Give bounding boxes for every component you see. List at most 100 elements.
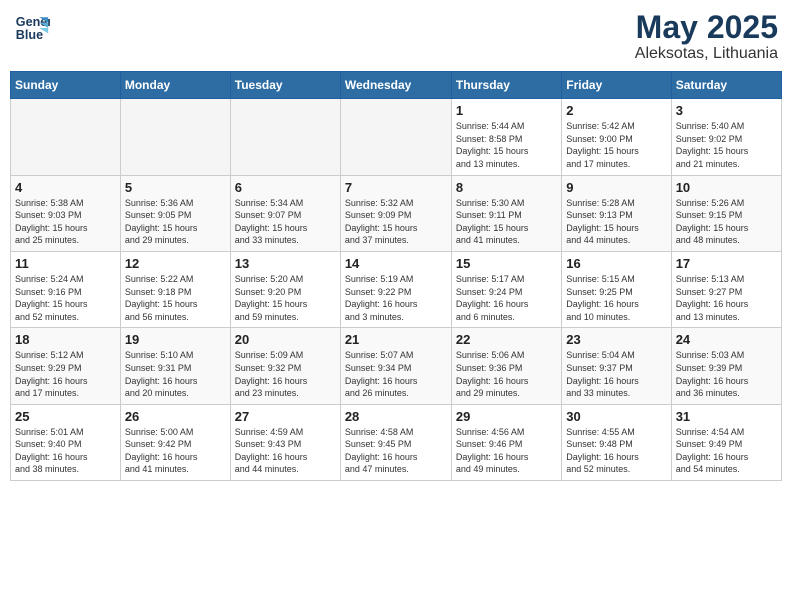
calendar-cell: 10Sunrise: 5:26 AM Sunset: 9:15 PM Dayli… bbox=[671, 175, 781, 251]
calendar-cell: 20 Sunrise: 5:09 AM Sunset: 9:32 PM Dayli… bbox=[230, 328, 340, 404]
day-info: Sunrise: 5:28 AM Sunset: 9:13 PM Dayligh… bbox=[566, 197, 666, 247]
calendar-cell: 4 Sunrise: 5:38 AM Sunset: 9:03 PM Daylig… bbox=[11, 175, 121, 251]
day-number: 17 bbox=[676, 256, 777, 271]
calendar-cell: 23 Sunrise: 5:04 AM Sunset: 9:37 PM Dayli… bbox=[562, 328, 671, 404]
day-info: Sunrise: 5:30 AM Sunset: 9:11 PM Dayligh… bbox=[456, 197, 557, 247]
day-info: Sunrise: 5:40 AM Sunset: 9:02 PM Dayligh… bbox=[676, 120, 777, 170]
calendar-cell: 2 Sunrise: 5:42 AM Sunset: 9:00 PM Daylig… bbox=[562, 99, 671, 175]
day-number: 3 bbox=[676, 103, 777, 118]
calendar-cell: 18Sunrise: 5:12 AM Sunset: 9:29 PM Dayli… bbox=[11, 328, 121, 404]
day-number: 14 bbox=[345, 256, 447, 271]
day-info: Sunrise: 5:07 AM Sunset: 9:34 PM Dayligh… bbox=[345, 349, 447, 399]
calendar-cell: 15 Sunrise: 5:17 AM Sunset: 9:24 PM Dayli… bbox=[451, 251, 561, 327]
day-number: 31 bbox=[676, 409, 777, 424]
calendar-cell: 5 Sunrise: 5:36 AM Sunset: 9:05 PM Daylig… bbox=[120, 175, 230, 251]
day-number: 24 bbox=[676, 332, 777, 347]
day-info: Sunrise: 5:19 AM Sunset: 9:22 PM Dayligh… bbox=[345, 273, 447, 323]
day-info: Sunrise: 5:42 AM Sunset: 9:00 PM Dayligh… bbox=[566, 120, 666, 170]
day-info: Sunrise: 4:54 AM Sunset: 9:49 PM Dayligh… bbox=[676, 426, 777, 476]
weekday-header-friday: Friday bbox=[562, 72, 671, 99]
calendar-week-row: 11 Sunrise: 5:24 AM Sunset: 9:16 PM Dayli… bbox=[11, 251, 782, 327]
weekday-header-sunday: Sunday bbox=[11, 72, 121, 99]
day-info: Sunrise: 5:09 AM Sunset: 9:32 PM Dayligh… bbox=[235, 349, 336, 399]
day-info: Sunrise: 5:13 AM Sunset: 9:27 PM Dayligh… bbox=[676, 273, 777, 323]
calendar-cell bbox=[11, 99, 121, 175]
calendar-week-row: 25 Sunrise: 5:01 AM Sunset: 9:40 PM Dayli… bbox=[11, 404, 782, 480]
day-number: 20 bbox=[235, 332, 336, 347]
calendar-cell: 16 Sunrise: 5:15 AM Sunset: 9:25 PM Dayli… bbox=[562, 251, 671, 327]
calendar-cell: 28Sunrise: 4:58 AM Sunset: 9:45 PM Dayli… bbox=[340, 404, 451, 480]
day-number: 2 bbox=[566, 103, 666, 118]
calendar-cell: 9 Sunrise: 5:28 AM Sunset: 9:13 PM Daylig… bbox=[562, 175, 671, 251]
day-info: Sunrise: 5:01 AM Sunset: 9:40 PM Dayligh… bbox=[15, 426, 116, 476]
day-number: 11 bbox=[15, 256, 116, 271]
day-number: 27 bbox=[235, 409, 336, 424]
day-info: Sunrise: 5:44 AM Sunset: 8:58 PM Dayligh… bbox=[456, 120, 557, 170]
calendar-cell: 31 Sunrise: 4:54 AM Sunset: 9:49 PM Dayli… bbox=[671, 404, 781, 480]
day-info: Sunrise: 5:32 AM Sunset: 9:09 PM Dayligh… bbox=[345, 197, 447, 247]
calendar-cell: 29 Sunrise: 4:56 AM Sunset: 9:46 PM Dayli… bbox=[451, 404, 561, 480]
calendar-cell: 30Sunrise: 4:55 AM Sunset: 9:48 PM Dayli… bbox=[562, 404, 671, 480]
calendar-cell bbox=[120, 99, 230, 175]
calendar-cell: 24 Sunrise: 5:03 AM Sunset: 9:39 PM Dayli… bbox=[671, 328, 781, 404]
weekday-header-monday: Monday bbox=[120, 72, 230, 99]
day-info: Sunrise: 5:06 AM Sunset: 9:36 PM Dayligh… bbox=[456, 349, 557, 399]
day-info: Sunrise: 4:56 AM Sunset: 9:46 PM Dayligh… bbox=[456, 426, 557, 476]
calendar-cell: 13Sunrise: 5:20 AM Sunset: 9:20 PM Dayli… bbox=[230, 251, 340, 327]
day-number: 16 bbox=[566, 256, 666, 271]
day-number: 15 bbox=[456, 256, 557, 271]
day-number: 1 bbox=[456, 103, 557, 118]
location-subtitle: Aleksotas, Lithuania bbox=[635, 45, 778, 63]
day-info: Sunrise: 4:58 AM Sunset: 9:45 PM Dayligh… bbox=[345, 426, 447, 476]
day-info: Sunrise: 5:12 AM Sunset: 9:29 PM Dayligh… bbox=[15, 349, 116, 399]
svg-text:Blue: Blue bbox=[16, 28, 43, 42]
calendar-week-row: 4 Sunrise: 5:38 AM Sunset: 9:03 PM Daylig… bbox=[11, 175, 782, 251]
calendar-cell bbox=[230, 99, 340, 175]
day-number: 22 bbox=[456, 332, 557, 347]
day-info: Sunrise: 5:03 AM Sunset: 9:39 PM Dayligh… bbox=[676, 349, 777, 399]
weekday-header-tuesday: Tuesday bbox=[230, 72, 340, 99]
day-number: 9 bbox=[566, 180, 666, 195]
calendar-cell: 26 Sunrise: 5:00 AM Sunset: 9:42 PM Dayli… bbox=[120, 404, 230, 480]
day-number: 7 bbox=[345, 180, 447, 195]
day-info: Sunrise: 5:17 AM Sunset: 9:24 PM Dayligh… bbox=[456, 273, 557, 323]
calendar-cell: 12Sunrise: 5:22 AM Sunset: 9:18 PM Dayli… bbox=[120, 251, 230, 327]
header: General Blue May 2025 Aleksotas, Lithuan… bbox=[10, 10, 782, 63]
weekday-header-row: SundayMondayTuesdayWednesdayThursdayFrid… bbox=[11, 72, 782, 99]
day-info: Sunrise: 5:36 AM Sunset: 9:05 PM Dayligh… bbox=[125, 197, 226, 247]
day-info: Sunrise: 5:26 AM Sunset: 9:15 PM Dayligh… bbox=[676, 197, 777, 247]
calendar-cell: 25 Sunrise: 5:01 AM Sunset: 9:40 PM Dayli… bbox=[11, 404, 121, 480]
calendar-table: SundayMondayTuesdayWednesdayThursdayFrid… bbox=[10, 71, 782, 481]
day-info: Sunrise: 5:38 AM Sunset: 9:03 PM Dayligh… bbox=[15, 197, 116, 247]
day-info: Sunrise: 5:15 AM Sunset: 9:25 PM Dayligh… bbox=[566, 273, 666, 323]
weekday-header-saturday: Saturday bbox=[671, 72, 781, 99]
month-title: May 2025 bbox=[635, 10, 778, 45]
calendar-cell: 27Sunrise: 4:59 AM Sunset: 9:43 PM Dayli… bbox=[230, 404, 340, 480]
calendar-week-row: 18Sunrise: 5:12 AM Sunset: 9:29 PM Dayli… bbox=[11, 328, 782, 404]
calendar-cell: 7 Sunrise: 5:32 AM Sunset: 9:09 PM Daylig… bbox=[340, 175, 451, 251]
title-area: May 2025 Aleksotas, Lithuania bbox=[635, 10, 778, 63]
calendar-cell: 1 Sunrise: 5:44 AM Sunset: 8:58 PM Daylig… bbox=[451, 99, 561, 175]
day-info: Sunrise: 5:24 AM Sunset: 9:16 PM Dayligh… bbox=[15, 273, 116, 323]
day-number: 13 bbox=[235, 256, 336, 271]
day-number: 25 bbox=[15, 409, 116, 424]
day-info: Sunrise: 5:04 AM Sunset: 9:37 PM Dayligh… bbox=[566, 349, 666, 399]
calendar-cell: 17 Sunrise: 5:13 AM Sunset: 9:27 PM Dayli… bbox=[671, 251, 781, 327]
day-info: Sunrise: 5:00 AM Sunset: 9:42 PM Dayligh… bbox=[125, 426, 226, 476]
weekday-header-thursday: Thursday bbox=[451, 72, 561, 99]
day-number: 6 bbox=[235, 180, 336, 195]
day-number: 29 bbox=[456, 409, 557, 424]
day-number: 30 bbox=[566, 409, 666, 424]
day-number: 8 bbox=[456, 180, 557, 195]
day-info: Sunrise: 5:10 AM Sunset: 9:31 PM Dayligh… bbox=[125, 349, 226, 399]
day-number: 19 bbox=[125, 332, 226, 347]
calendar-cell: 11 Sunrise: 5:24 AM Sunset: 9:16 PM Dayli… bbox=[11, 251, 121, 327]
calendar-week-row: 1 Sunrise: 5:44 AM Sunset: 8:58 PM Daylig… bbox=[11, 99, 782, 175]
day-number: 4 bbox=[15, 180, 116, 195]
calendar-cell: 22 Sunrise: 5:06 AM Sunset: 9:36 PM Dayli… bbox=[451, 328, 561, 404]
day-number: 26 bbox=[125, 409, 226, 424]
day-number: 5 bbox=[125, 180, 226, 195]
day-info: Sunrise: 5:34 AM Sunset: 9:07 PM Dayligh… bbox=[235, 197, 336, 247]
calendar-cell: 19 Sunrise: 5:10 AM Sunset: 9:31 PM Dayli… bbox=[120, 328, 230, 404]
day-number: 23 bbox=[566, 332, 666, 347]
